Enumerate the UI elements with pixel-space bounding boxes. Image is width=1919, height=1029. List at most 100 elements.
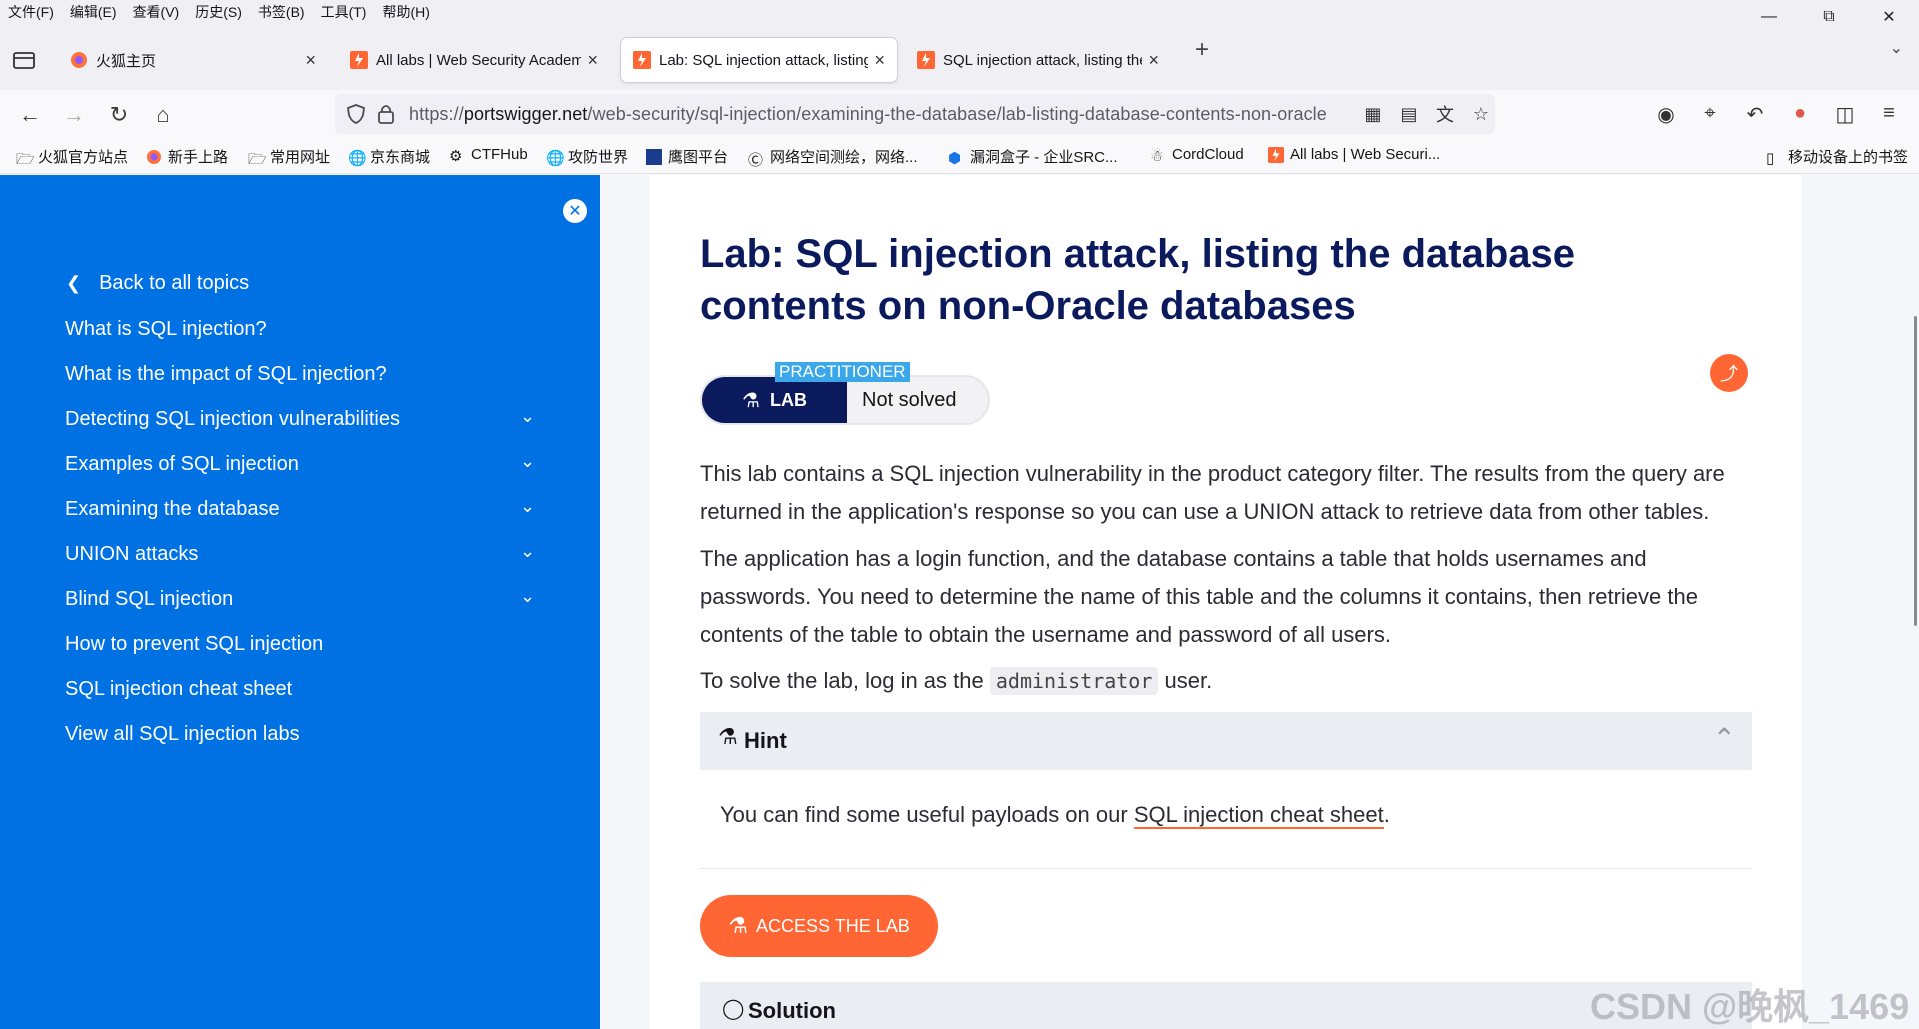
mobile-bookmarks[interactable]: ▯ 移动设备上的书签: [1766, 146, 1908, 167]
url-text[interactable]: https://portswigger.net/web-security/sql…: [409, 104, 1349, 125]
access-button-label: ACCESS THE LAB: [756, 915, 910, 936]
portswigger-icon: [917, 51, 935, 69]
firefox-view-icon[interactable]: [12, 50, 36, 70]
bookmark-item[interactable]: 🌐 攻防世界: [546, 146, 628, 167]
lab-badge-text: LAB: [769, 389, 807, 410]
tracking-shield-icon[interactable]: [345, 103, 367, 125]
menu-file[interactable]: 文件(F): [0, 2, 62, 22]
topics-sidebar: ✕ ❮ Back to all topics What is SQL inject…: [0, 175, 600, 1029]
sidebar-item-what-is-sqli[interactable]: What is SQL injection?: [65, 318, 267, 341]
bookmark-item[interactable]: 鹰图平台: [646, 146, 728, 167]
fofa-icon: Ⓒ: [748, 151, 764, 169]
sidebar-item-blind[interactable]: Blind SQL injection: [65, 588, 233, 611]
bookmark-label: All labs | Web Securi...: [1290, 146, 1441, 163]
nav-toolbar: ← → ↻ ⌂ https://portswigger.net/web-secu…: [0, 90, 1919, 138]
bookmark-item[interactable]: 🌐 京东商城: [348, 146, 430, 167]
hint-toggle[interactable]: ⚗ Hint ⌃: [700, 712, 1752, 770]
description-paragraph-1: This lab contains a SQL injection vulner…: [700, 455, 1760, 531]
bookmark-star-icon[interactable]: ☆: [1469, 104, 1493, 125]
tab-all-labs[interactable]: All labs | Web Security Academy ×: [338, 38, 610, 82]
home-icon[interactable]: ⌂: [150, 102, 176, 128]
sidebar-item-impact[interactable]: What is the impact of SQL injection?: [65, 363, 387, 386]
undo-icon[interactable]: ↶: [1742, 102, 1768, 127]
url-bar[interactable]: https://portswigger.net/web-security/sql…: [335, 94, 1495, 134]
chevron-down-icon[interactable]: ⌄: [520, 406, 535, 427]
tab-title: Lab: SQL injection attack, listing: [659, 51, 869, 69]
level-badge: PRACTITIONER: [775, 362, 910, 382]
reload-icon[interactable]: ↻: [106, 102, 132, 128]
new-tab-icon[interactable]: +: [1195, 36, 1209, 64]
tab-sql-injection[interactable]: SQL injection attack, listing the ×: [905, 38, 1171, 82]
reader-view-icon[interactable]: ▤: [1397, 104, 1421, 125]
bookmark-item[interactable]: All labs | Web Securi...: [1268, 146, 1440, 163]
cheat-sheet-link[interactable]: SQL injection cheat sheet: [1133, 802, 1384, 829]
paragraph-line: The application has a login function, an…: [700, 546, 1647, 571]
close-tab-icon[interactable]: ×: [874, 50, 885, 71]
chevron-up-icon[interactable]: ⌃: [1713, 722, 1736, 755]
sidebar-item-detecting[interactable]: Detecting SQL injection vulnerabilities: [65, 408, 400, 431]
tab-lab-active[interactable]: Lab: SQL injection attack, listing ×: [621, 38, 897, 82]
forward-icon[interactable]: →: [61, 102, 87, 128]
sidebar-item-examining[interactable]: Examining the database: [65, 498, 280, 521]
tab-strip: 火狐主页 × All labs | Web Security Academy ×…: [0, 24, 1919, 90]
menu-tools[interactable]: 工具(T): [313, 2, 375, 22]
translate-icon[interactable]: 文: [1433, 101, 1457, 127]
url-path: /web-security/sql-injection/examining-th…: [587, 103, 1327, 124]
globe-icon: 🌐: [546, 149, 565, 167]
menu-edit[interactable]: 编辑(E): [62, 2, 125, 22]
sidebar-item-cheat-sheet[interactable]: SQL injection cheat sheet: [65, 678, 292, 701]
bookmark-label: 新手上路: [168, 149, 229, 166]
screenshot-icon[interactable]: ⌖: [1697, 102, 1723, 125]
back-icon[interactable]: ←: [17, 102, 43, 128]
paragraph-line: returned in the application's response s…: [700, 499, 1710, 524]
page-scrollbar[interactable]: [1914, 316, 1917, 626]
portswigger-icon: [350, 51, 368, 69]
access-the-lab-button[interactable]: ⚗ ACCESS THE LAB: [700, 895, 938, 957]
username-code: administrator: [989, 667, 1159, 695]
vulbox-icon: ⬢: [948, 149, 962, 167]
list-all-tabs-icon[interactable]: ⌄: [1890, 38, 1903, 58]
extensions-icon[interactable]: ◫: [1832, 102, 1858, 127]
bookmark-item[interactable]: ⚙ CTFHub: [449, 146, 528, 165]
close-sidebar-icon[interactable]: ✕: [563, 199, 587, 223]
bookmark-item[interactable]: 新手上路: [146, 146, 228, 167]
bookmark-label: 鹰图平台: [668, 149, 729, 166]
bookmark-item[interactable]: 🗁 火狐官方站点: [16, 146, 128, 168]
cordcloud-icon: ☃: [1150, 147, 1164, 165]
sidebar-item-union[interactable]: UNION attacks: [65, 543, 198, 566]
close-tab-icon[interactable]: ×: [587, 50, 598, 71]
menu-bookmarks[interactable]: 书签(B): [250, 2, 313, 22]
qr-code-icon[interactable]: ▦: [1361, 104, 1385, 125]
tab-firefox-home[interactable]: 火狐主页 ×: [58, 38, 328, 82]
account-icon[interactable]: ◉: [1653, 102, 1679, 127]
close-tab-icon[interactable]: ×: [1148, 50, 1159, 71]
bookmark-item[interactable]: ⬢ 漏洞盒子 - 企业SRC...: [948, 146, 1118, 167]
firefox-icon: [147, 149, 161, 164]
menu-help[interactable]: 帮助(H): [374, 2, 437, 22]
folder-icon: 🗁: [16, 150, 35, 168]
sidebar-item-examples[interactable]: Examples of SQL injection: [65, 453, 299, 476]
hamburger-menu-icon[interactable]: ≡: [1876, 102, 1902, 125]
tab-title: 火狐主页: [96, 52, 157, 70]
chevron-down-icon[interactable]: ⌄: [520, 451, 535, 472]
bookmark-label: 攻防世界: [568, 149, 629, 166]
back-to-all-topics-link[interactable]: ❮ Back to all topics: [66, 272, 249, 295]
chevron-down-icon[interactable]: ⌄: [520, 541, 535, 562]
bookmark-item[interactable]: 🗁 常用网址: [248, 146, 330, 168]
menu-view[interactable]: 查看(V): [125, 2, 188, 22]
menu-history[interactable]: 历史(S): [187, 2, 250, 22]
bookmark-item[interactable]: Ⓒ 网络空间测绘，网络...: [748, 146, 918, 169]
chevron-down-icon[interactable]: ⌄: [520, 496, 535, 517]
chevron-down-icon[interactable]: ⌄: [520, 586, 535, 607]
close-tab-icon[interactable]: ×: [305, 50, 316, 71]
lock-icon[interactable]: [377, 103, 395, 125]
paragraph-text: user.: [1164, 668, 1213, 693]
paragraph-text: To solve the lab, log in as the: [700, 668, 984, 693]
share-icon[interactable]: ⤴: [1710, 354, 1748, 392]
extension-avatar-icon[interactable]: ●: [1787, 102, 1813, 125]
sidebar-item-prevent[interactable]: How to prevent SQL injection: [65, 633, 323, 656]
sidebar-item-all-labs[interactable]: View all SQL injection labs: [65, 723, 300, 746]
title-line-2: contents on non-Oracle databases: [700, 284, 1356, 328]
bookmark-item[interactable]: ☃ CordCloud: [1150, 146, 1244, 165]
hint-text-before: You can find some useful payloads on our: [720, 802, 1128, 827]
